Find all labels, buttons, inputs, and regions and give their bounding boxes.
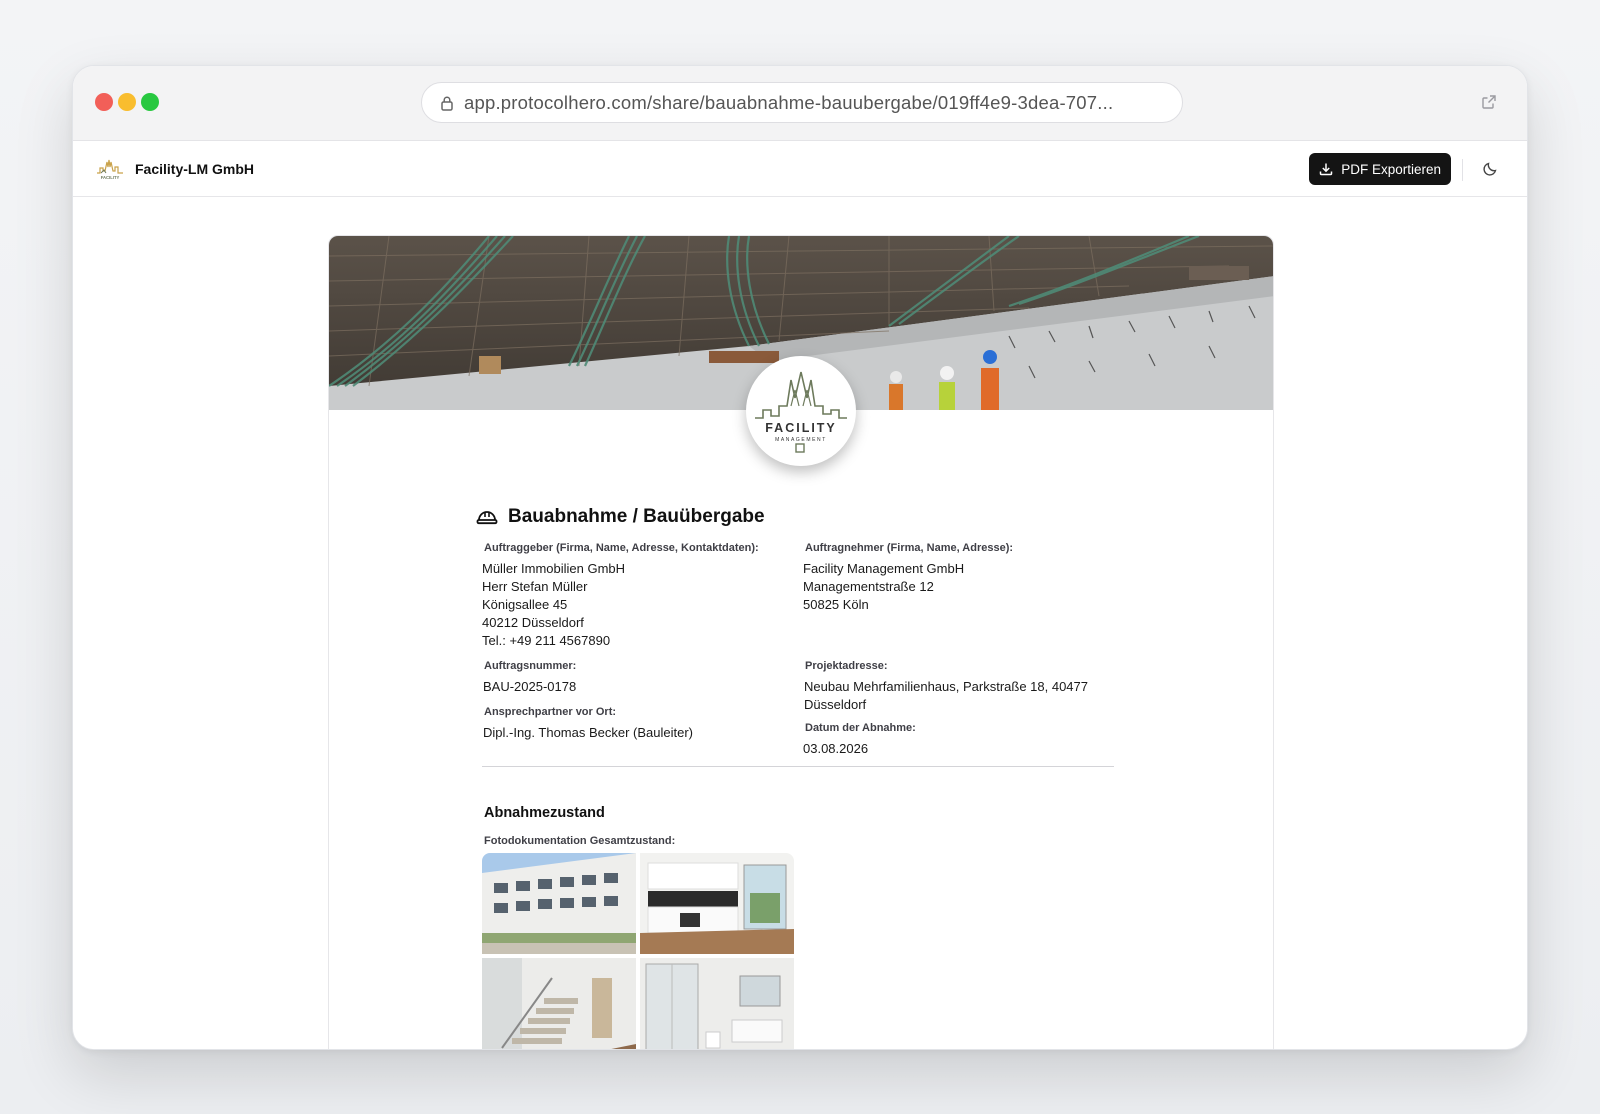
protocol-form: Bauabnahme / Bauübergabe Auftraggeber (F… — [476, 506, 1114, 1049]
pdf-export-label: PDF Exportieren — [1341, 161, 1441, 177]
page-title: Bauabnahme / Bauübergabe — [508, 506, 765, 527]
svg-text:MANAGEMENT: MANAGEMENT — [775, 437, 827, 443]
company-name: Facility-LM GmbH — [135, 160, 255, 177]
photo-thumbnail-staircase[interactable] — [482, 958, 636, 1049]
photo-gallery — [482, 853, 1114, 1049]
page-content: FACILITY MANAGEMENT Bauabnahme / Bauüber… — [73, 198, 1527, 1049]
header-divider — [1462, 159, 1463, 181]
client-line: Tel.: +49 211 4567890 — [482, 633, 611, 648]
client-line: Herr Stefan Müller — [482, 579, 588, 594]
maximize-window-button[interactable] — [141, 93, 159, 111]
download-icon — [1319, 163, 1333, 176]
acceptance-date-label: Datum der Abnahme: — [805, 722, 916, 734]
browser-chrome: app.protocolhero.com/share/bauabnahme-ba… — [73, 66, 1527, 141]
svg-text:FACILITY: FACILITY — [765, 421, 837, 435]
contractor-value: Facility Management GmbH Managementstraß… — [803, 560, 1114, 614]
order-number-value: BAU-2025-0178 — [483, 679, 577, 694]
client-logo-badge: FACILITY MANAGEMENT — [746, 356, 856, 466]
contractor-line: Facility Management GmbH — [803, 561, 965, 576]
right-column-fields: Projektadresse: Neubau Mehrfamilienhaus,… — [803, 660, 1114, 758]
protocol-document: FACILITY MANAGEMENT Bauabnahme / Bauüber… — [328, 235, 1274, 1049]
photo-thumbnail-exterior[interactable] — [482, 853, 636, 954]
url-text: app.protocolhero.com/share/bauabnahme-ba… — [464, 91, 1114, 113]
client-line: 40212 Düsseldorf — [482, 615, 584, 630]
info-grid: Auftraggeber (Firma, Name, Adresse, Kont… — [482, 542, 1114, 758]
close-window-button[interactable] — [95, 93, 113, 111]
contractor-field: Auftragnehmer (Firma, Name, Adresse): Fa… — [803, 542, 1114, 650]
title-row: Bauabnahme / Bauübergabe — [476, 506, 1114, 528]
svg-text:FACILITY: FACILITY — [101, 175, 120, 180]
client-line: Müller Immobilien GmbH — [482, 561, 626, 576]
contact-person-label: Ansprechpartner vor Ort: — [484, 706, 617, 718]
client-field: Auftraggeber (Firma, Name, Adresse, Kont… — [482, 542, 803, 650]
photo-thumbnail-bathroom[interactable] — [640, 958, 794, 1049]
client-label: Auftraggeber (Firma, Name, Adresse, Kont… — [484, 542, 759, 554]
project-address-value: Neubau Mehrfamilienhaus, Parkstraße 18, … — [804, 679, 1088, 712]
minimize-window-button[interactable] — [118, 93, 136, 111]
lock-icon — [441, 96, 453, 111]
browser-window: app.protocolhero.com/share/bauabnahme-ba… — [72, 65, 1528, 1050]
photo-documentation-label: Fotodokumentation Gesamtzustand: — [484, 835, 676, 847]
contractor-label: Auftragnehmer (Firma, Name, Adresse): — [805, 542, 1014, 554]
section-heading: Abnahmezustand — [484, 805, 605, 821]
photo-thumbnail-kitchen[interactable] — [640, 853, 794, 954]
project-address-label: Projektadresse: — [805, 660, 888, 672]
contact-person-value: Dipl.-Ing. Thomas Becker (Bauleiter) — [483, 725, 694, 740]
contractor-line: 50825 Köln — [803, 597, 869, 612]
moon-icon[interactable] — [1482, 161, 1498, 177]
window-controls — [95, 93, 159, 111]
address-bar[interactable]: app.protocolhero.com/share/bauabnahme-ba… — [421, 82, 1183, 123]
app-header: FACILITY Facility-LM GmbH PDF Exportiere… — [73, 141, 1527, 197]
client-value: Müller Immobilien GmbH Herr Stefan Mülle… — [482, 560, 803, 650]
section-divider — [482, 766, 1114, 767]
hard-hat-icon — [476, 511, 498, 525]
pdf-export-button[interactable]: PDF Exportieren — [1309, 153, 1451, 185]
client-line: Königsallee 45 — [482, 597, 568, 612]
left-column-fields: Auftragsnummer: BAU-2025-0178 Ansprechpa… — [482, 660, 803, 758]
facility-management-logo: FACILITY MANAGEMENT — [755, 371, 847, 453]
acceptance-date-value: 03.08.2026 — [803, 741, 869, 756]
company-logo[interactable]: FACILITY — [95, 157, 125, 181]
open-external-icon[interactable] — [1481, 94, 1497, 110]
contractor-line: Managementstraße 12 — [803, 579, 934, 594]
order-number-label: Auftragsnummer: — [484, 660, 577, 672]
